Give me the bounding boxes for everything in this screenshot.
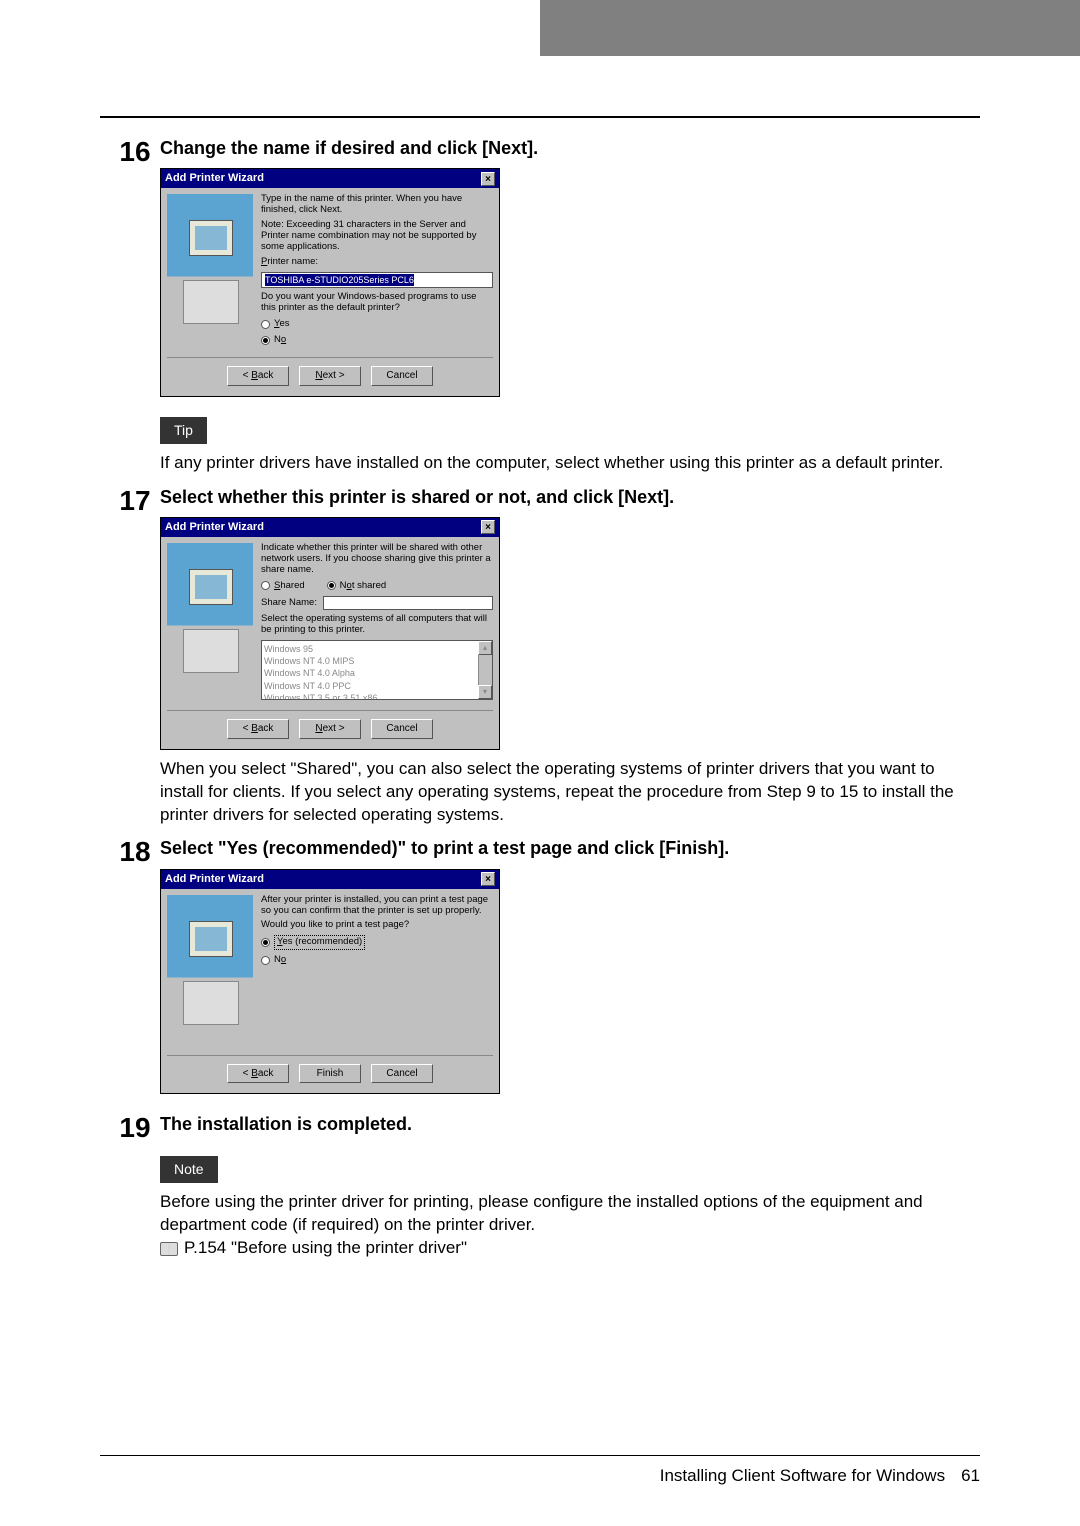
next-button[interactable]: Next > (299, 719, 361, 739)
page-footer: Installing Client Software for Windows 6… (100, 1455, 980, 1486)
header-bar (0, 0, 1080, 56)
page-body: 16 Change the name if desired and click … (0, 56, 1080, 1260)
wizard-title: Add Printer Wizard (165, 520, 264, 535)
cancel-button[interactable]: Cancel (371, 719, 433, 739)
back-button[interactable]: < Back (227, 719, 289, 739)
step-18: 18 Select "Yes (recommended)" to print a… (100, 836, 980, 1102)
reference-text: P.154 "Before using the printer driver" (184, 1237, 467, 1260)
step-16-number: 16 (100, 136, 160, 166)
radio-yes-recommended[interactable]: Yes (recommended) (261, 935, 493, 950)
share-name-input[interactable] (323, 596, 493, 610)
close-icon[interactable]: × (481, 520, 495, 534)
top-rule (100, 116, 980, 118)
wizard-text: Type in the name of this printer. When y… (261, 194, 493, 216)
step-18-title: Select "Yes (recommended)" to print a te… (160, 836, 980, 860)
step-17-number: 17 (100, 485, 160, 515)
scroll-up-icon[interactable]: ▴ (478, 641, 492, 655)
cancel-button[interactable]: Cancel (371, 1064, 433, 1084)
share-name-label: Share Name: (261, 598, 317, 609)
step-17-after-text: When you select "Shared", you can also s… (160, 758, 980, 827)
radio-yes[interactable]: Yes (261, 318, 493, 331)
screenshot-18: Add Printer Wizard × After your printer … (160, 869, 500, 1094)
radio-no[interactable]: No (261, 954, 493, 967)
step-19-number: 19 (100, 1112, 160, 1142)
next-button[interactable]: Next > (299, 366, 361, 386)
scrollbar[interactable]: ▴ ▾ (478, 641, 492, 699)
cancel-button[interactable]: Cancel (371, 366, 433, 386)
note-badge: Note (160, 1156, 218, 1183)
step-17-title: Select whether this printer is shared or… (160, 485, 980, 509)
testpage-question: Would you like to print a test page? (261, 920, 493, 931)
finish-button[interactable]: Finish (299, 1064, 361, 1084)
printer-name-label: Printer name: (261, 257, 493, 268)
header-left (0, 0, 540, 56)
radio-shared[interactable]: Shared (261, 580, 305, 593)
close-icon[interactable]: × (481, 172, 495, 186)
cross-reference: P.154 "Before using the printer driver" (160, 1237, 980, 1260)
os-select-text: Select the operating systems of all comp… (261, 614, 493, 636)
footer-title: Installing Client Software for Windows (660, 1466, 945, 1486)
step-17: 17 Select whether this printer is shared… (100, 485, 980, 827)
default-printer-question: Do you want your Windows-based programs … (261, 292, 493, 314)
radio-no[interactable]: No (261, 334, 493, 347)
note-text: Before using the printer driver for prin… (160, 1191, 980, 1237)
step-19-title: The installation is completed. (160, 1112, 980, 1136)
screenshot-16: Add Printer Wizard × Type in the name of… (160, 168, 500, 396)
os-listbox[interactable]: Windows 95 Windows NT 4.0 MIPS Windows N… (261, 640, 493, 700)
step-19: 19 The installation is completed. Note B… (100, 1112, 980, 1260)
tip-text: If any printer drivers have installed on… (160, 452, 980, 475)
page-number: 61 (961, 1466, 980, 1486)
share-intro: Indicate whether this printer will be sh… (261, 543, 493, 576)
back-button[interactable]: < Back (227, 366, 289, 386)
back-button[interactable]: < Back (227, 1064, 289, 1084)
step-16: 16 Change the name if desired and click … (100, 136, 980, 475)
radio-not-shared[interactable]: Not shared (327, 580, 387, 593)
step-16-title: Change the name if desired and click [Ne… (160, 136, 980, 160)
wizard-title: Add Printer Wizard (165, 872, 264, 887)
printer-name-input[interactable]: TOSHIBA e-STUDIO205Series PCL6 (261, 272, 493, 288)
screenshot-17: Add Printer Wizard × Indicate whether th… (160, 517, 500, 750)
book-icon (160, 1242, 178, 1256)
step-18-number: 18 (100, 836, 160, 866)
testpage-intro: After your printer is installed, you can… (261, 895, 493, 917)
wizard-note: Note: Exceeding 31 characters in the Ser… (261, 220, 493, 253)
header-right (540, 0, 1080, 56)
tip-badge: Tip (160, 417, 207, 444)
close-icon[interactable]: × (481, 872, 495, 886)
wizard-title: Add Printer Wizard (165, 171, 264, 186)
scroll-down-icon[interactable]: ▾ (478, 685, 492, 699)
